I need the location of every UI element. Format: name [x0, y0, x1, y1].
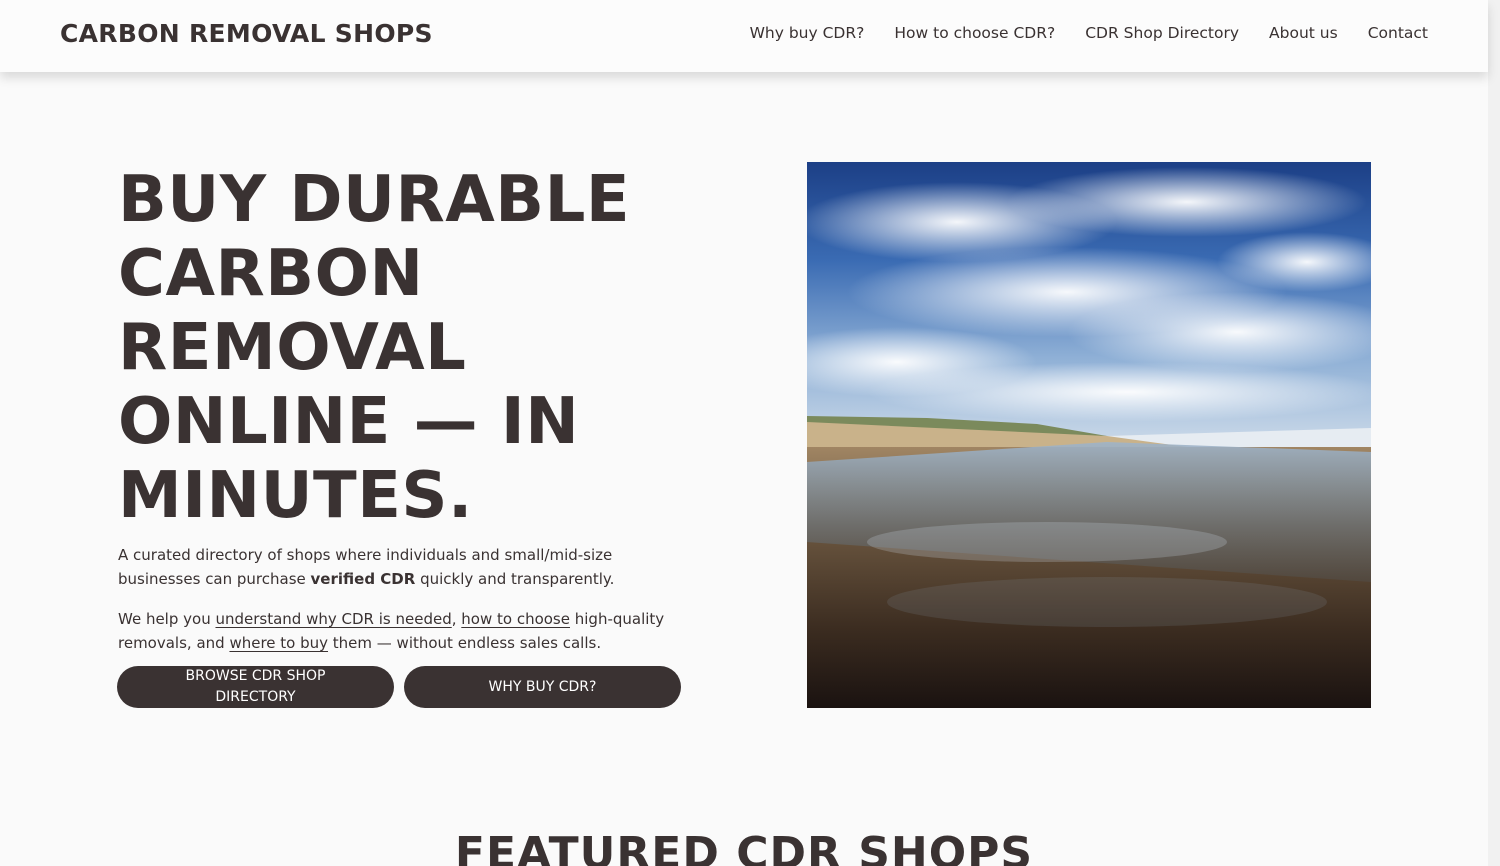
hero-subtitle: A curated directory of shops where indiv…: [118, 543, 698, 591]
hero-subtitle-bold: verified CDR: [310, 570, 416, 588]
help-suffix: them — without endless sales calls.: [328, 634, 602, 652]
nav-link-how-to-choose[interactable]: How to choose CDR?: [894, 24, 1055, 42]
hero-subtitle-part2: quickly and transparently.: [415, 570, 615, 588]
nav-link-about[interactable]: About us: [1269, 24, 1338, 42]
hero-title: BUY DURABLE CARBON REMOVAL ONLINE — IN M…: [118, 163, 631, 533]
link-where-to-buy[interactable]: where to buy: [229, 634, 328, 652]
help-prefix: We help you: [118, 610, 216, 628]
site-header: CARBON REMOVAL SHOPS Why buy CDR? How to…: [0, 0, 1488, 72]
help-separator: ,: [451, 610, 462, 628]
page-scrollbar[interactable]: [1488, 0, 1500, 866]
hero-help-text: We help you understand why CDR is needed…: [118, 607, 698, 655]
link-understand-why-cdr[interactable]: understand why CDR is needed: [215, 610, 451, 628]
hero-beach-image: [807, 162, 1371, 708]
nav-link-shop-directory[interactable]: CDR Shop Directory: [1085, 24, 1239, 42]
featured-shops-title: FEATURED CDR SHOPS: [454, 828, 1034, 866]
main-nav: Why buy CDR? How to choose CDR? CDR Shop…: [750, 24, 1428, 42]
nav-link-why-buy[interactable]: Why buy CDR?: [750, 24, 865, 42]
nav-link-contact[interactable]: Contact: [1368, 24, 1428, 42]
browse-directory-button[interactable]: BROWSE CDR SHOP DIRECTORY: [117, 666, 394, 708]
why-buy-cdr-button[interactable]: WHY BUY CDR?: [404, 666, 681, 708]
link-how-to-choose[interactable]: how to choose: [461, 610, 570, 628]
beach-landscape-icon: [807, 162, 1371, 708]
site-logo[interactable]: CARBON REMOVAL SHOPS: [60, 19, 433, 48]
